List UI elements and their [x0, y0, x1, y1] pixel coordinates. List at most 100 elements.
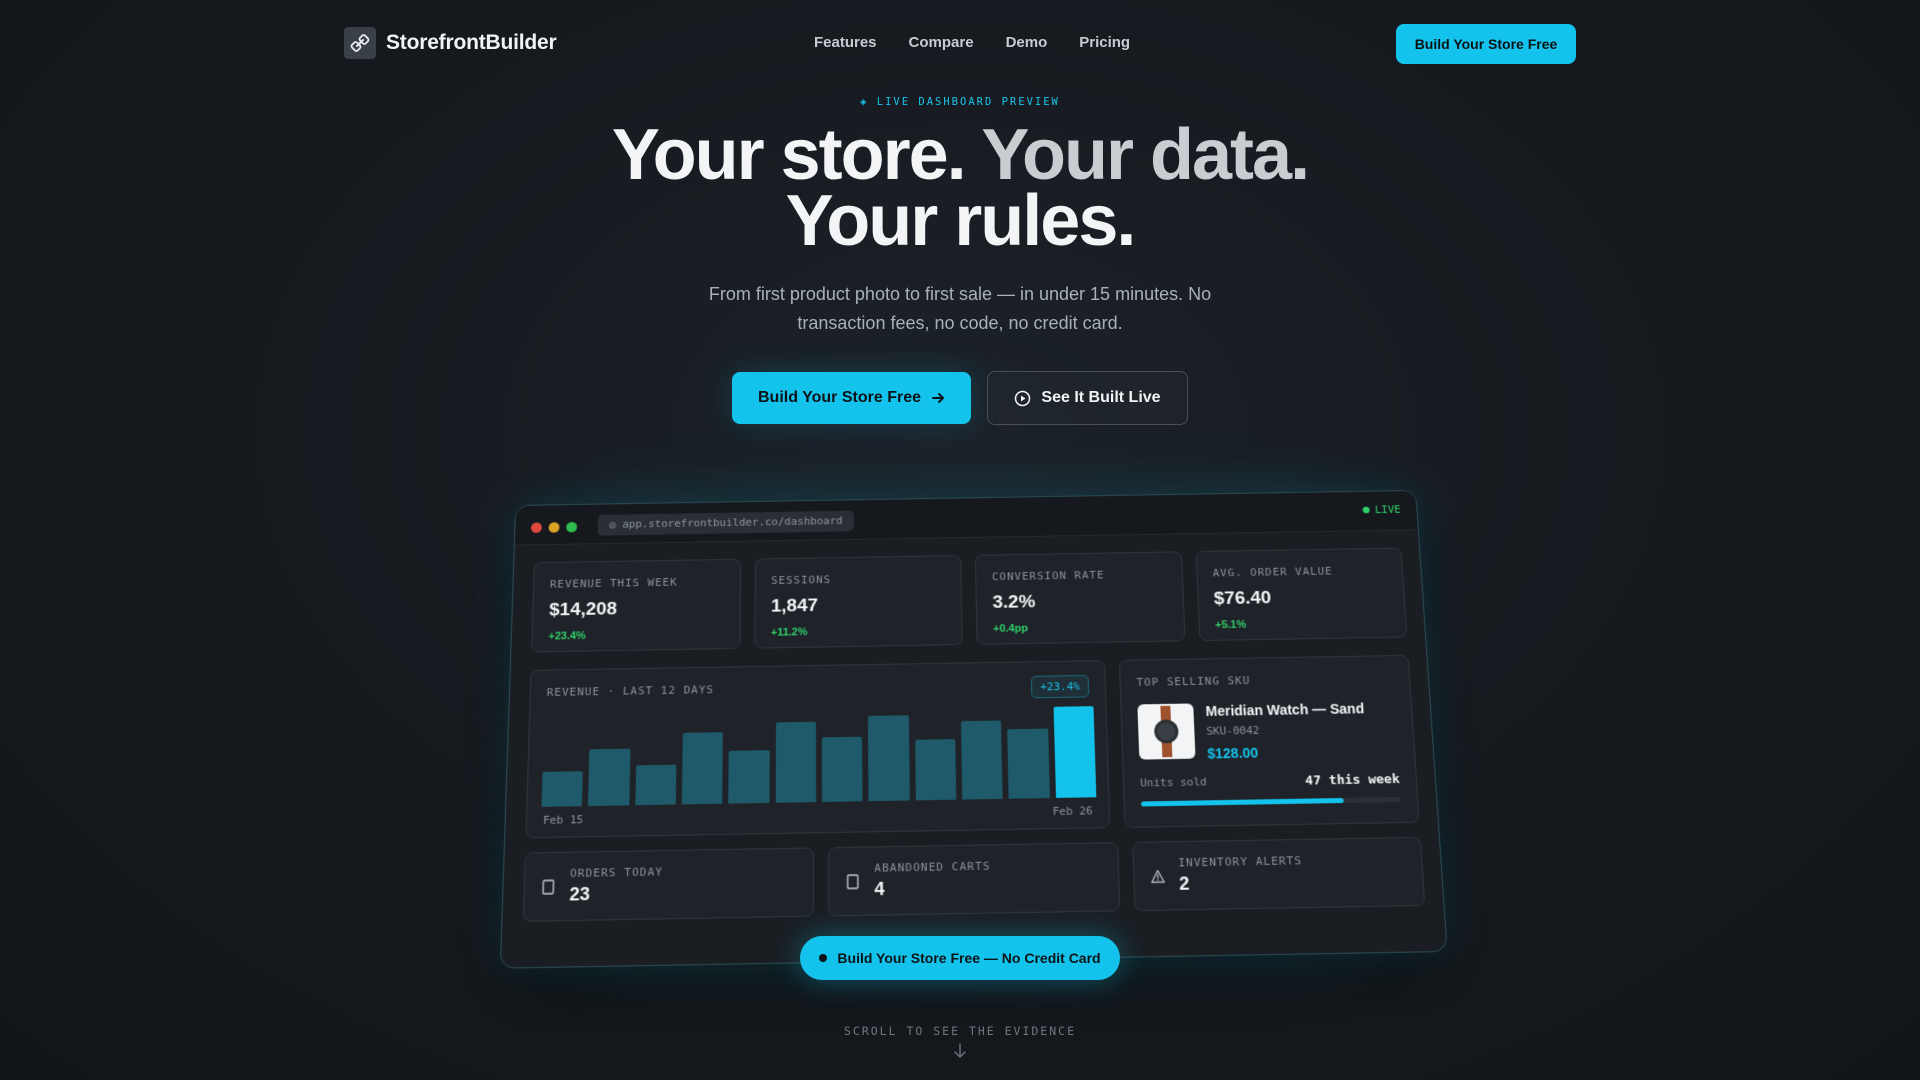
top-nav: StorefrontBuilder Features Compare Demo … — [0, 0, 1920, 88]
brand[interactable]: StorefrontBuilder — [344, 27, 556, 59]
chart-start-label: Feb 15 — [543, 813, 584, 827]
kpi-label: SESSIONS — [771, 571, 945, 586]
link-chain-icon — [344, 27, 376, 59]
hero-secondary-button[interactable]: See It Built Live — [987, 371, 1188, 425]
chart-bar — [588, 749, 630, 807]
stat-text: ORDERS TODAY 23 — [569, 865, 663, 905]
kpi-value: 3.2% — [992, 590, 1167, 614]
live-label: LIVE — [1375, 503, 1402, 516]
units-value: 47 this week — [1305, 772, 1400, 789]
scroll-hint: SCROLL TO SEE THE EVIDENCE — [0, 1024, 1920, 1038]
watch-icon — [1137, 703, 1195, 759]
sku-details: Meridian Watch — Sand SKU-0042 $128.00 — [1205, 701, 1367, 762]
stat-card-abandoned-carts: ABANDONED CARTS 4 — [829, 842, 1120, 916]
nav-link-compare[interactable]: Compare — [909, 34, 974, 51]
kpi-label: REVENUE THIS WEEK — [550, 575, 724, 590]
kpi-card-conversion: CONVERSION RATE 3.2% +0.4pp — [975, 551, 1185, 644]
stat-value: 23 — [569, 883, 663, 906]
stat-label: ORDERS TODAY — [570, 865, 663, 880]
units-row: Units sold 47 this week — [1140, 772, 1400, 791]
revenue-bars — [541, 706, 1094, 807]
sku-section-label: TOP SELLING SKU — [1136, 672, 1393, 689]
nav-cta-button[interactable]: Build Your Store Free — [1396, 24, 1576, 64]
chart-bar — [541, 771, 583, 807]
kpi-delta: +23.4% — [548, 628, 723, 643]
chart-delta-badge: +23.4% — [1031, 675, 1089, 698]
chart-bar — [915, 739, 956, 800]
window-titlebar: ◎ app.storefrontbuilder.co/dashboard LIV… — [515, 491, 1418, 546]
kpi-label: CONVERSION RATE — [992, 568, 1166, 583]
chart-bar — [682, 732, 723, 804]
arrow-down-icon — [951, 1042, 969, 1060]
floating-cta-button[interactable]: Build Your Store Free — No Credit Card — [800, 936, 1120, 980]
nav-link-demo[interactable]: Demo — [1006, 34, 1048, 51]
top-sku-card: TOP SELLING SKU Meridian Watch — Sand SK… — [1119, 655, 1420, 828]
stat-text: INVENTORY ALERTS 2 — [1178, 854, 1304, 895]
dashboard-window: ◎ app.storefrontbuilder.co/dashboard LIV… — [500, 490, 1448, 969]
play-circle-icon — [1014, 390, 1031, 407]
chart-bar — [729, 750, 770, 804]
window-minimize-dot — [549, 522, 560, 533]
revenue-chart-card: REVENUE · LAST 12 DAYS +23.4% Feb 15 Feb… — [525, 660, 1110, 838]
floating-cta-label: Build Your Store Free — No Credit Card — [837, 950, 1100, 966]
stat-label: ABANDONED CARTS — [874, 860, 990, 875]
chart-bar — [1007, 729, 1049, 799]
kpi-label: AVG. ORDER VALUE — [1212, 564, 1386, 579]
warning-icon — [1150, 868, 1165, 885]
subtitle-line2: transaction fees, no code, no credit car… — [0, 309, 1920, 338]
units-progress-bar — [1141, 797, 1401, 807]
kpi-row: REVENUE THIS WEEK $14,208 +23.4% SESSION… — [531, 548, 1407, 653]
window-maximize-dot — [566, 522, 577, 533]
units-progress-fill — [1141, 798, 1344, 807]
stat-value: 4 — [874, 877, 991, 900]
kpi-card-aov: AVG. ORDER VALUE $76.40 +5.1% — [1195, 548, 1407, 641]
hero-secondary-label: See It Built Live — [1041, 389, 1160, 407]
cart-icon — [846, 873, 860, 890]
sku-row: Meridian Watch — Sand SKU-0042 $128.00 — [1137, 700, 1398, 763]
hero-eyebrow: ◈ LIVE DASHBOARD PREVIEW — [0, 96, 1920, 108]
kpi-value: $76.40 — [1213, 586, 1388, 610]
kpi-delta: +5.1% — [1215, 617, 1390, 632]
stat-card-inventory-alerts: INVENTORY ALERTS 2 — [1132, 837, 1425, 911]
stat-card-orders: ORDERS TODAY 23 — [523, 847, 815, 921]
cta-dot-icon — [819, 954, 827, 962]
kpi-delta: +11.2% — [771, 624, 946, 639]
chart-title: REVENUE · LAST 12 DAYS — [547, 677, 1089, 699]
window-close-dot — [531, 522, 542, 533]
kpi-card-revenue: REVENUE THIS WEEK $14,208 +23.4% — [531, 559, 741, 653]
hero-headline: Your store. Your data. Your rules. — [0, 122, 1920, 254]
headline-part3: Your rules. — [786, 181, 1135, 261]
brand-name: StorefrontBuilder — [386, 31, 556, 55]
chart-bar — [775, 722, 816, 803]
chart-bar — [868, 716, 909, 802]
arrow-right-icon — [931, 391, 945, 405]
hero-primary-button[interactable]: Build Your Store Free — [732, 372, 971, 424]
kpi-card-sessions: SESSIONS 1,847 +11.2% — [754, 555, 963, 649]
chart-bar — [635, 765, 676, 805]
stat-value: 2 — [1179, 871, 1304, 895]
live-dot-icon — [1362, 507, 1369, 514]
hero-primary-label: Build Your Store Free — [758, 389, 921, 407]
url-bar: ◎ app.storefrontbuilder.co/dashboard — [597, 511, 854, 536]
sku-code: SKU-0042 — [1206, 722, 1366, 738]
sku-price: $128.00 — [1207, 743, 1367, 762]
chart-bar — [822, 736, 863, 802]
units-label: Units sold — [1140, 775, 1207, 791]
nav-link-features[interactable]: Features — [814, 34, 877, 51]
chart-bar — [961, 720, 1003, 799]
receipt-icon — [541, 878, 556, 895]
dashboard-preview: ◎ app.storefrontbuilder.co/dashboard LIV… — [488, 478, 1452, 978]
chart-bar — [1053, 706, 1096, 798]
sku-name: Meridian Watch — Sand — [1205, 701, 1364, 719]
stat-label: INVENTORY ALERTS — [1178, 854, 1302, 869]
stats-row: ORDERS TODAY 23 ABANDONED CARTS 4 INVENT… — [523, 837, 1425, 922]
kpi-value: 1,847 — [771, 593, 945, 617]
nav-links: Features Compare Demo Pricing — [814, 34, 1130, 51]
kpi-delta: +0.4pp — [993, 620, 1168, 635]
subtitle-line1: From first product photo to first sale —… — [0, 280, 1920, 309]
nav-link-pricing[interactable]: Pricing — [1079, 34, 1130, 51]
kpi-value: $14,208 — [549, 597, 724, 621]
hero-subtitle: From first product photo to first sale —… — [0, 280, 1920, 338]
chart-end-label: Feb 26 — [1052, 804, 1092, 818]
stat-text: ABANDONED CARTS 4 — [874, 860, 991, 901]
